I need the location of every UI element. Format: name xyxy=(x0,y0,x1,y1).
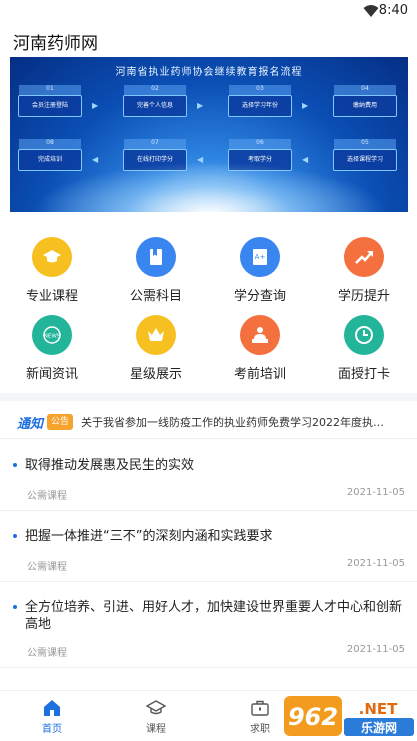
banner-glow xyxy=(30,162,388,212)
menu-item-star-showcase[interactable]: 星级展示 xyxy=(104,310,208,382)
news-date: 2021-11-05 xyxy=(346,487,405,498)
news-tag: 公需课程 xyxy=(27,491,67,502)
banner-step: 03 选择学习年份 xyxy=(228,85,292,117)
graduation-cap-icon xyxy=(32,237,72,277)
banner-title: 河南省执业药师协会继续教育报名流程 xyxy=(115,67,303,78)
banner-carousel[interactable]: 河南省执业药师协会继续教育报名流程 01 会员注册登陆 02 完善个人信息 03… xyxy=(10,57,408,212)
svg-text:乐游网: 乐游网 xyxy=(361,720,397,735)
clock-icon xyxy=(344,315,384,355)
crown-icon xyxy=(136,315,176,355)
notice-bar[interactable]: 通知 公告 关于我省参加一线防疫工作的执业药师免费学习2022年度执业药师... xyxy=(0,405,417,439)
news-date: 2021-11-05 xyxy=(346,644,405,655)
news-item[interactable]: 取得推动发展惠及民生的实效 公需课程 2021-11-05 xyxy=(0,441,417,511)
tab-courses[interactable]: 课程 xyxy=(104,691,208,741)
presenter-icon xyxy=(240,315,280,355)
feature-grid: 专业课程 公需科目 A+ 学分查询 学历提升 NEWS 新闻资讯 星级展示 考前… xyxy=(0,232,417,384)
news-title: 全方位培养、引进、用好人才，加快建设世界重要人才中心和创新高地 xyxy=(25,600,403,632)
book-icon xyxy=(136,237,176,277)
bullet-dot xyxy=(13,534,17,538)
page-title: 河南药师网 xyxy=(13,34,98,54)
wifi-icon xyxy=(363,5,379,17)
svg-text:NEWS: NEWS xyxy=(44,334,61,340)
notice-text: 关于我省参加一线防疫工作的执业药师免费学习2022年度执业药师... xyxy=(81,416,393,429)
banner-step: 01 会员注册登陆 xyxy=(18,85,82,117)
news-tag: 公需课程 xyxy=(27,562,67,573)
news-icon: NEWS xyxy=(32,315,72,355)
menu-item-face-checkin[interactable]: 面授打卡 xyxy=(312,310,416,382)
watermark-logo: 962 .NET 乐游网 xyxy=(284,696,414,736)
grade-book-icon: A+ xyxy=(240,237,280,277)
menu-item-credit-query[interactable]: A+ 学分查询 xyxy=(208,232,312,304)
menu-item-news[interactable]: NEWS 新闻资讯 xyxy=(0,310,104,382)
trend-up-icon xyxy=(344,237,384,277)
banner-step: 02 完善个人信息 xyxy=(123,85,187,117)
status-time: 8:40 xyxy=(378,3,408,18)
arrow-right-icon: ▶ xyxy=(302,101,309,110)
news-tag: 公需课程 xyxy=(27,648,67,659)
status-bar: 8:40 xyxy=(0,0,417,24)
svg-text:A+: A+ xyxy=(255,253,266,261)
news-title: 取得推动发展惠及民生的实效 xyxy=(25,458,195,473)
news-title: 把握一体推进“三不”的深刻内涵和实践要求 xyxy=(25,529,273,544)
svg-text:.NET: .NET xyxy=(359,700,398,718)
menu-item-professional-courses[interactable]: 专业课程 xyxy=(0,232,104,304)
graduation-cap-outline-icon xyxy=(146,700,166,715)
news-date: 2021-11-05 xyxy=(346,558,405,569)
app-header: 河南药师网 xyxy=(0,26,417,56)
banner-step: 04 缴纳费用 xyxy=(333,85,397,117)
menu-item-public-subjects[interactable]: 公需科目 xyxy=(104,232,208,304)
arrow-right-icon: ▶ xyxy=(92,101,99,110)
section-divider xyxy=(0,393,417,401)
news-item[interactable]: 把握一体推进“三不”的深刻内涵和实践要求 公需课程 2021-11-05 xyxy=(0,512,417,582)
menu-item-degree-upgrade[interactable]: 学历提升 xyxy=(312,232,416,304)
home-icon xyxy=(44,700,60,716)
notice-brand: 通知 xyxy=(17,417,44,432)
notice-badge: 公告 xyxy=(47,414,74,430)
tab-home[interactable]: 首页 xyxy=(0,691,104,741)
briefcase-icon xyxy=(251,700,269,716)
bullet-dot xyxy=(13,463,17,467)
menu-item-exam-training[interactable]: 考前培训 xyxy=(208,310,312,382)
bullet-dot xyxy=(13,605,17,609)
svg-text:962: 962 xyxy=(288,703,338,731)
news-item[interactable]: 全方位培养、引进、用好人才，加快建设世界重要人才中心和创新高地 公需课程 202… xyxy=(0,583,417,668)
arrow-right-icon: ▶ xyxy=(197,101,204,110)
